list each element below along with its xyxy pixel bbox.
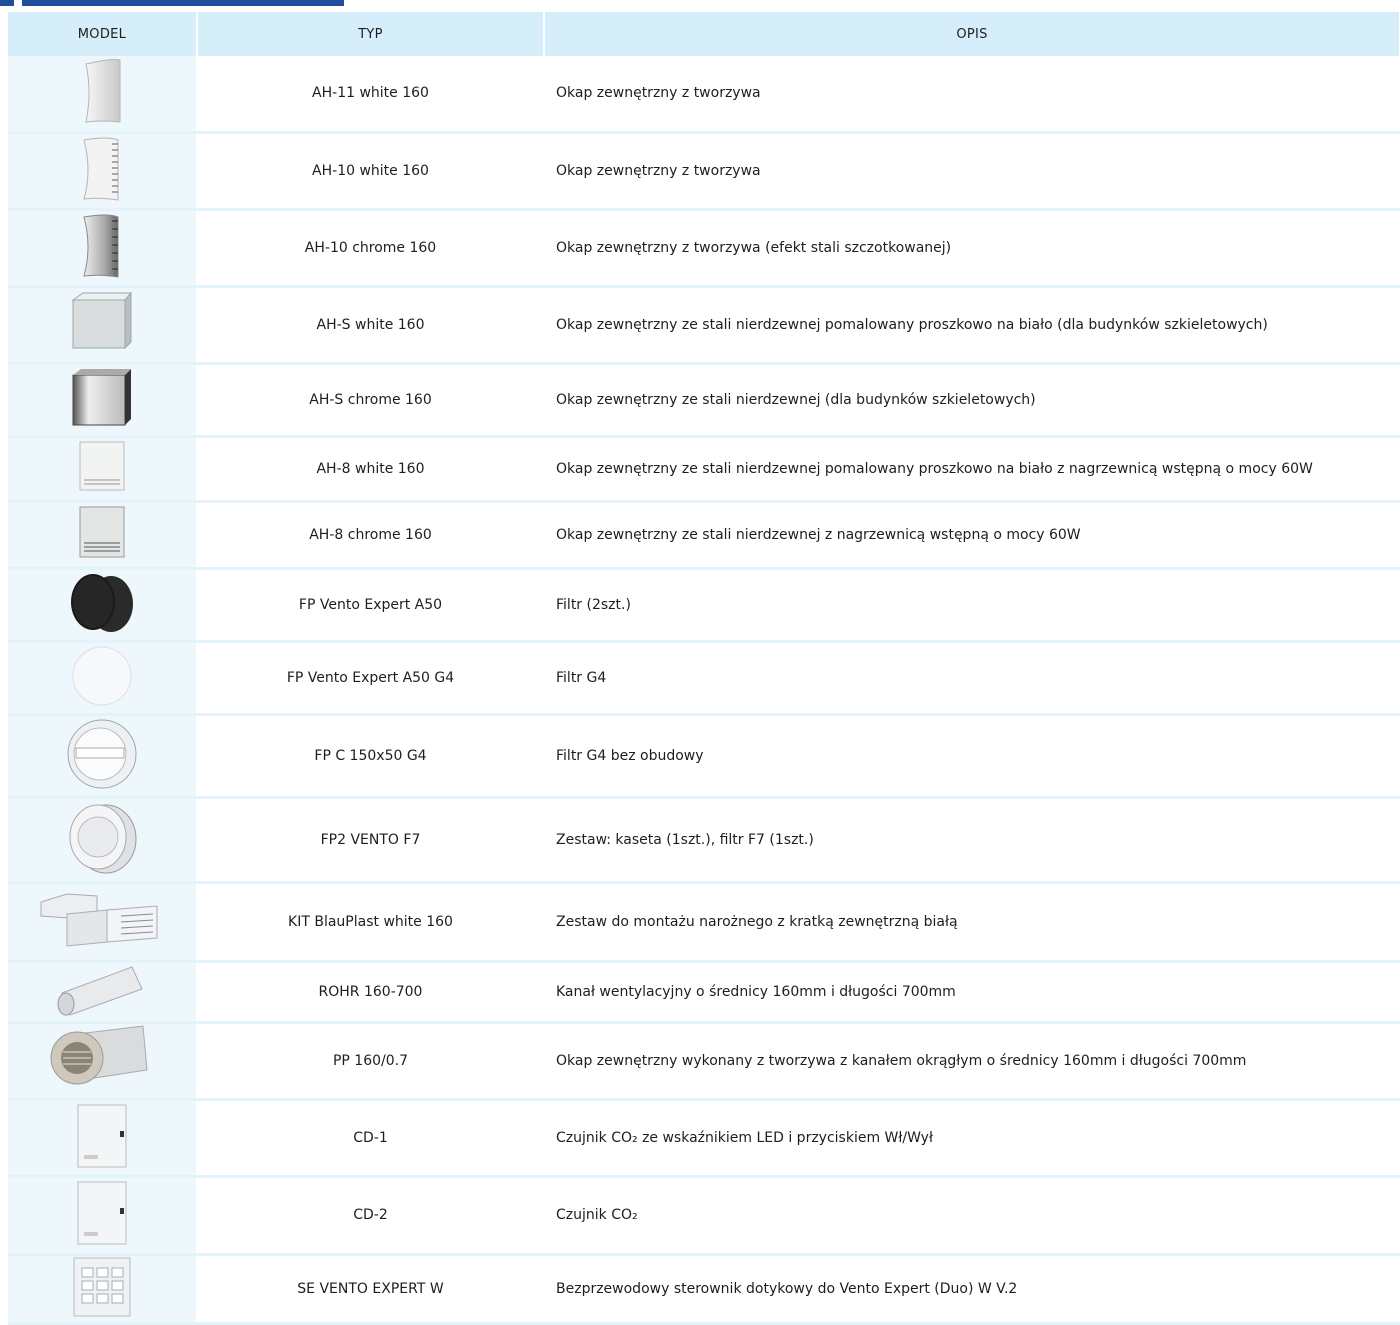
table-row: AH-8 chrome 160 Okap zewnętrzny ze stali …: [8, 501, 1400, 570]
table-row: FP2 VENTO F7 Zestaw: kaseta (1szt.), filt…: [8, 797, 1400, 884]
model-image-cell: [8, 436, 198, 503]
table-row: AH-10 white 160 Okap zewnętrzny z tworzyw…: [8, 132, 1400, 211]
typ-cell: FP Vento Expert A50: [197, 568, 545, 643]
opis-cell: Filtr G4: [544, 641, 1400, 716]
typ-cell: AH-11 white 160: [197, 56, 545, 134]
hood-white-icon: [8, 56, 196, 130]
opis-cell: Okap zewnętrzny z tworzywa: [544, 132, 1400, 211]
model-image-cell: [8, 1099, 198, 1178]
heated-hood-chrome-icon: [8, 503, 196, 567]
hood-louvred-white-icon: [8, 134, 196, 208]
table-row: AH-S white 160 Okap zewnętrzny ze stali n…: [8, 286, 1400, 365]
typ-cell: AH-8 chrome 160: [197, 501, 545, 570]
table-row: PP 160/0.7 Okap zewnętrzny wykonany z two…: [8, 1022, 1400, 1101]
typ-cell: AH-S white 160: [197, 286, 545, 365]
opis-cell: Okap zewnętrzny z tworzywa (efekt stali …: [544, 209, 1400, 288]
opis-cell: Filtr G4 bez obudowy: [544, 714, 1400, 799]
round-filter-icon: [8, 716, 196, 796]
touch-controller-icon: [8, 1256, 196, 1322]
model-image-cell: [8, 714, 198, 799]
model-image-cell: [8, 641, 198, 716]
typ-cell: FP2 VENTO F7: [197, 797, 545, 884]
typ-cell: AH-S chrome 160: [197, 363, 545, 438]
typ-cell: SE VENTO EXPERT W: [197, 1254, 545, 1325]
opis-cell: Okap zewnętrzny ze stali nierdzewnej pom…: [544, 286, 1400, 365]
opis-cell: Okap zewnętrzny wykonany z tworzywa z ka…: [544, 1022, 1400, 1101]
typ-cell: FP C 150x50 G4: [197, 714, 545, 799]
typ-cell: AH-8 white 160: [197, 436, 545, 503]
opis-cell: Czujnik CO₂ ze wskaźnikiem LED i przycis…: [544, 1099, 1400, 1178]
model-image-cell: [8, 568, 198, 643]
table-row: KIT BlauPlast white 160 Zestaw do montażu…: [8, 882, 1400, 963]
table-row: AH-S chrome 160 Okap zewnętrzny ze stali …: [8, 363, 1400, 438]
model-image-cell: [8, 209, 198, 288]
hood-chrome-icon: [8, 211, 196, 285]
accessories-table: MODEL TYP OPIS AH-11 white 160 Okap zewnę…: [8, 12, 1400, 1325]
model-image-cell: [8, 1176, 198, 1256]
typ-cell: KIT BlauPlast white 160: [197, 882, 545, 963]
hood-with-duct-icon: [8, 1024, 196, 1098]
opis-cell: Okap zewnętrzny z tworzywa: [544, 56, 1400, 134]
duct-pipe-icon: [8, 963, 196, 1021]
filter-cassette-icon: [8, 799, 196, 881]
corner-kit-icon: [8, 884, 196, 960]
black-filter-pads-icon: [8, 570, 196, 640]
opis-cell: Okap zewnętrzny ze stali nierdzewnej z n…: [544, 501, 1400, 570]
typ-cell: CD-2: [197, 1176, 545, 1256]
header-typ: TYP: [197, 12, 545, 56]
typ-cell: ROHR 160-700: [197, 961, 545, 1024]
opis-cell: Okap zewnętrzny ze stali nierdzewnej (dl…: [544, 363, 1400, 438]
typ-cell: CD-1: [197, 1099, 545, 1178]
top-accent-bar: [0, 0, 344, 6]
model-image-cell: [8, 132, 198, 211]
co2-sensor-icon: [8, 1101, 196, 1175]
model-image-cell: [8, 286, 198, 365]
model-image-cell: [8, 1022, 198, 1101]
table-row: CD-2 Czujnik CO₂: [8, 1176, 1400, 1256]
opis-cell: Kanał wentylacyjny o średnicy 160mm i dł…: [544, 961, 1400, 1024]
opis-cell: Zestaw: kaseta (1szt.), filtr F7 (1szt.): [544, 797, 1400, 884]
typ-cell: AH-10 white 160: [197, 132, 545, 211]
header-opis: OPIS: [544, 12, 1400, 56]
header-model: MODEL: [8, 12, 198, 56]
opis-cell: Bezprzewodowy sterownik dotykowy do Vent…: [544, 1254, 1400, 1325]
table-row: FP C 150x50 G4 Filtr G4 bez obudowy: [8, 714, 1400, 799]
table-row: FP Vento Expert A50 G4 Filtr G4: [8, 641, 1400, 716]
model-image-cell: [8, 797, 198, 884]
typ-cell: PP 160/0.7: [197, 1022, 545, 1101]
typ-cell: AH-10 chrome 160: [197, 209, 545, 288]
opis-cell: Czujnik CO₂: [544, 1176, 1400, 1256]
steel-box-hood-white-icon: [8, 290, 196, 360]
table-row: CD-1 Czujnik CO₂ ze wskaźnikiem LED i prz…: [8, 1099, 1400, 1178]
steel-box-hood-chrome-icon: [8, 365, 196, 435]
model-image-cell: [8, 56, 198, 134]
table-row: FP Vento Expert A50 Filtr (2szt.): [8, 568, 1400, 643]
heated-hood-white-icon: [8, 438, 196, 500]
table-row: AH-10 chrome 160 Okap zewnętrzny z tworzy…: [8, 209, 1400, 288]
model-image-cell: [8, 1254, 198, 1325]
opis-cell: Zestaw do montażu narożnego z kratką zew…: [544, 882, 1400, 963]
table-row: AH-8 white 160 Okap zewnętrzny ze stali n…: [8, 436, 1400, 503]
opis-cell: Filtr (2szt.): [544, 568, 1400, 643]
model-image-cell: [8, 882, 198, 963]
table-row: ROHR 160-700 Kanał wentylacyjny o średnic…: [8, 961, 1400, 1024]
co2-sensor-icon: [8, 1178, 196, 1252]
model-image-cell: [8, 961, 198, 1024]
model-image-cell: [8, 363, 198, 438]
opis-cell: Okap zewnętrzny ze stali nierdzewnej pom…: [544, 436, 1400, 503]
white-filter-disc-icon: [8, 643, 196, 713]
table-header-row: MODEL TYP OPIS: [8, 12, 1400, 56]
model-image-cell: [8, 501, 198, 570]
typ-cell: FP Vento Expert A50 G4: [197, 641, 545, 716]
table-row: SE VENTO EXPERT W Bezprzewodowy sterownik…: [8, 1254, 1400, 1325]
table-row: AH-11 white 160 Okap zewnętrzny z tworzyw…: [8, 56, 1400, 134]
